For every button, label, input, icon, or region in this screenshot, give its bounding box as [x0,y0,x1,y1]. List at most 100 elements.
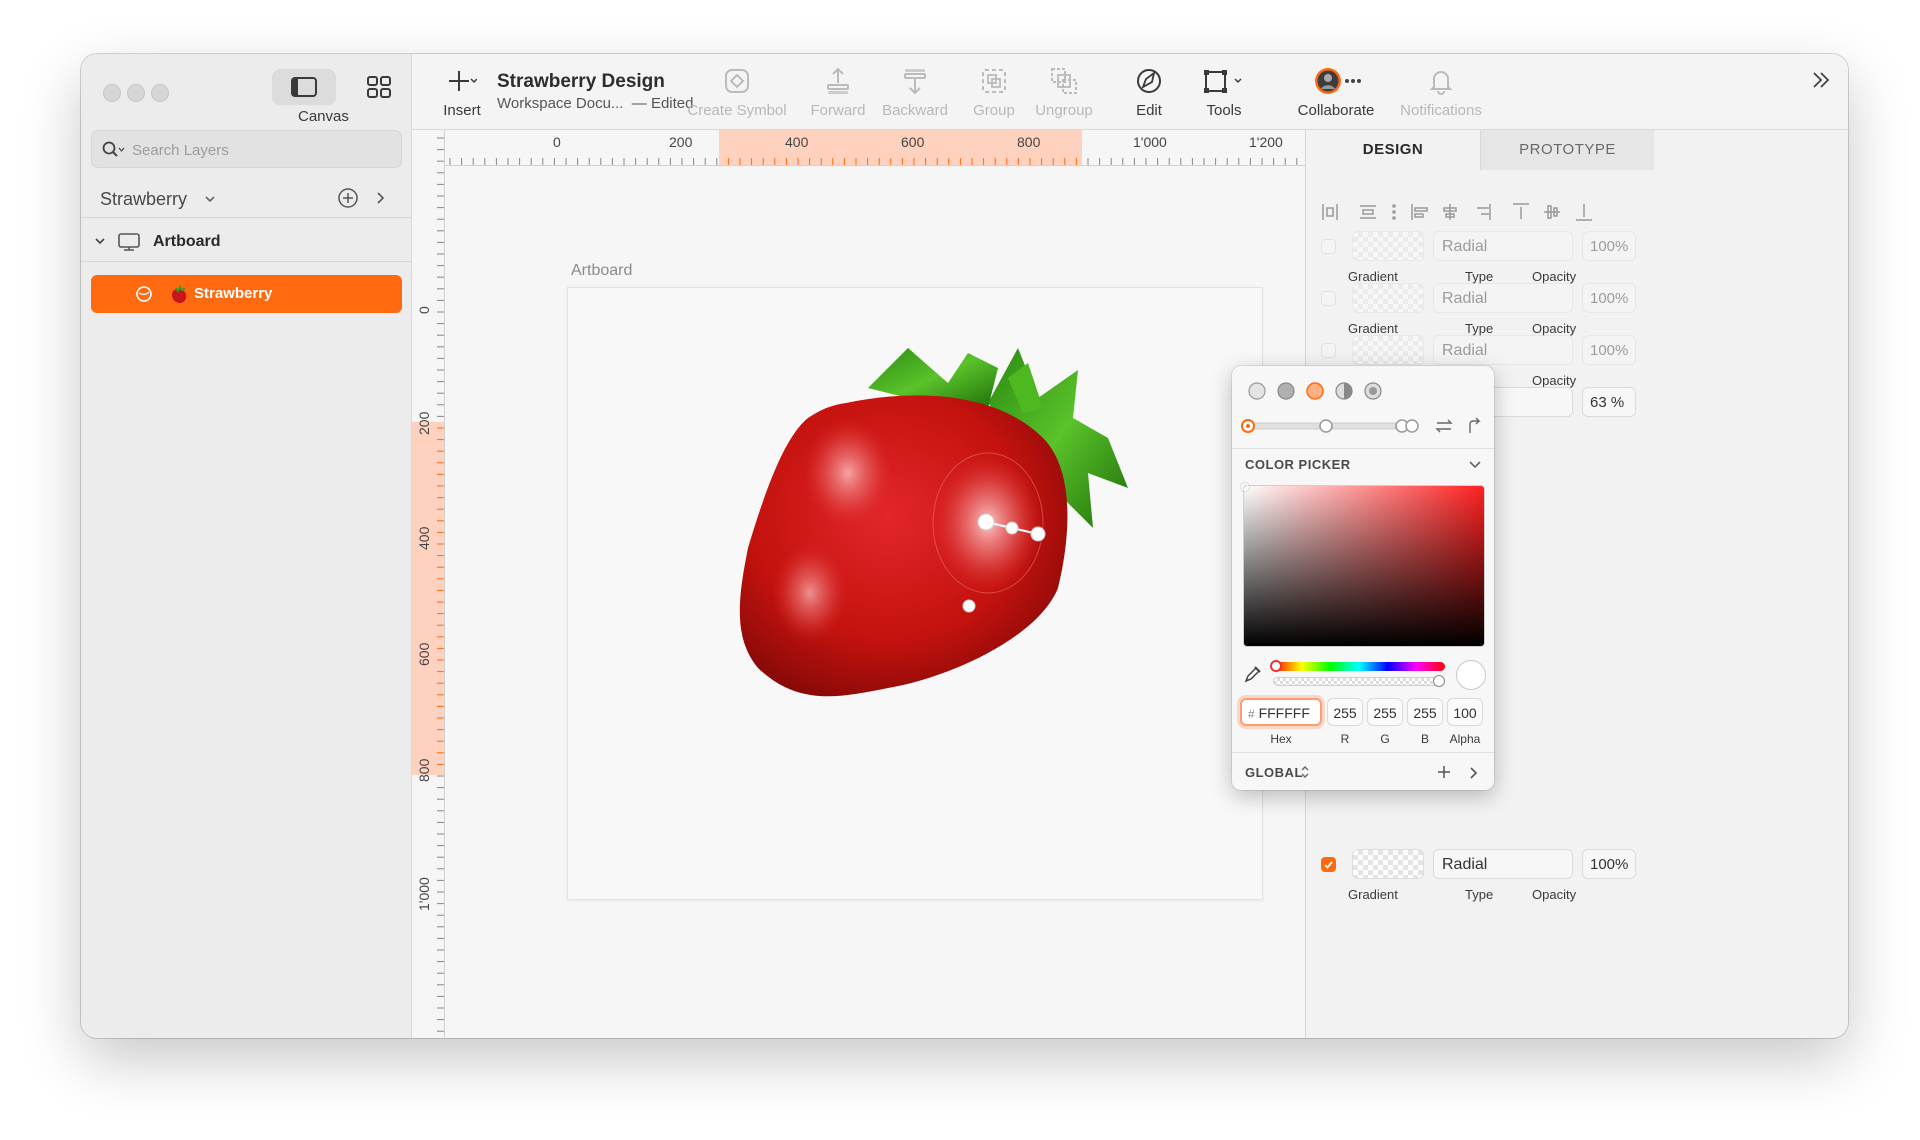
red-input[interactable]: 255 [1327,698,1363,726]
gradient-handle[interactable] [1030,526,1046,542]
page-selector[interactable]: Strawberry [81,178,412,218]
insert-button[interactable]: Insert [432,66,492,126]
ungroup-icon [1051,68,1077,94]
fill-type-value: Radial [1442,856,1488,873]
green-label: G [1380,732,1390,746]
hue-slider[interactable] [1270,660,1445,672]
fill-opacity-field[interactable]: 100% [1582,335,1636,365]
gradient-handle[interactable] [962,599,976,613]
gradient-stops-slider[interactable] [1240,416,1488,436]
global-colors-selector[interactable]: GLOBAL [1245,765,1303,780]
fill-opacity-field[interactable]: 100% [1582,231,1636,261]
green-input[interactable]: 255 [1367,698,1403,726]
fill-enable-checkbox[interactable] [1321,343,1336,358]
canvas-view-button[interactable] [272,69,336,105]
zoom-window-button[interactable] [151,84,169,102]
type-label: Type [1465,887,1494,902]
fill-type-select[interactable]: Radial [1433,283,1573,313]
close-window-button[interactable] [103,84,121,102]
tab-prototype[interactable]: PROTOTYPE [1480,130,1654,170]
add-color-icon[interactable] [1436,764,1452,780]
gradient-handle[interactable] [977,513,995,531]
layer-label: Strawberry [194,285,273,302]
backward-button[interactable]: Backward [880,66,950,126]
group-button[interactable]: Group [967,66,1021,126]
tools-button[interactable]: Tools [1196,66,1252,126]
collaborate-label: Collaborate [1297,102,1375,119]
page-name: Strawberry [100,189,188,209]
fill-opacity-field[interactable]: 63 % [1582,387,1636,417]
layer-artboard[interactable]: Artboard [81,222,412,262]
fill-type-select[interactable]: Radial [1433,231,1573,261]
hue-slider-thumb[interactable] [1270,660,1282,672]
chevron-right-icon[interactable] [376,191,386,205]
saturation-brightness-field[interactable] [1241,483,1485,647]
ruler-mark-1000: 1'000 [1133,134,1167,150]
ruler-ticks [449,158,1298,165]
color-cursor[interactable] [1241,483,1249,491]
fill-opacity-field[interactable]: 100% [1582,283,1636,313]
fill-row: Radial 100% Gradient Type Opacity [1306,282,1848,342]
divider [1232,752,1494,753]
chevron-down-icon[interactable] [1468,460,1482,470]
forward-label: Forward [810,102,866,119]
fill-type-value: Radial [1442,290,1488,307]
search-layers-field[interactable]: Search Layers [91,130,402,168]
ungroup-button[interactable]: Ungroup [1029,66,1099,126]
double-chevron-right-icon[interactable] [1809,70,1833,90]
forward-button[interactable]: Forward [805,66,871,126]
collaborate-button[interactable]: Collaborate [1292,66,1380,126]
grid-view-button[interactable] [347,69,411,105]
gradient-swatch[interactable] [1352,849,1424,879]
tab-design[interactable]: DESIGN [1306,130,1480,170]
fill-enable-checkbox[interactable] [1321,291,1336,306]
document-subtitle: Workspace Docu... — Edited [497,95,694,112]
fill-opacity-field[interactable]: 100% [1582,849,1636,879]
disclosure-chevron-icon[interactable] [94,237,106,247]
fill-type-icons[interactable] [1246,380,1396,404]
alpha-label: Alpha [1449,732,1481,746]
alpha-slider-thumb[interactable] [1433,675,1445,687]
fill-enable-checkbox[interactable] [1321,857,1336,872]
document-status: — Edited [631,95,694,112]
create-symbol-label: Create Symbol [687,102,787,119]
gradient-handle[interactable] [1005,521,1019,535]
canvas[interactable]: Artboard [445,166,1305,1038]
ruler-mark-1200: 1'200 [1249,134,1283,150]
hex-value: FFFFFF [1258,705,1310,721]
eyedropper-icon[interactable] [1243,664,1263,684]
chevron-right-icon[interactable] [1469,766,1479,780]
fill-enable-checkbox[interactable] [1321,239,1336,254]
gradient-highlight [772,543,848,643]
hex-input[interactable]: # FFFFFF [1240,698,1322,726]
alpha-input[interactable]: 100 [1447,698,1483,726]
alignment-icons[interactable] [1320,200,1840,224]
gradient-swatch[interactable] [1352,283,1424,313]
add-page-icon[interactable] [337,187,359,209]
alpha-slider[interactable] [1273,675,1445,687]
fill-type-select[interactable]: Radial [1433,335,1573,365]
artboard-title[interactable]: Artboard [571,262,632,280]
gradient-swatch[interactable] [1352,335,1424,365]
gradient-swatch[interactable] [1352,231,1424,261]
edit-button[interactable]: Edit [1129,66,1169,126]
artboard[interactable] [567,287,1263,900]
updown-chevron-icon[interactable] [1300,764,1310,780]
vertical-ruler: 0 200 400 600 800 1'000 [412,130,445,1038]
fill-row-active: Radial 100% Gradient Type Opacity [1306,848,1848,908]
create-symbol-button[interactable]: Create Symbol [687,66,787,126]
fill-type-select[interactable]: Radial [1433,849,1573,879]
search-icon [102,141,125,157]
ruler-mark-800: 800 [416,758,432,782]
send-backward-icon [904,69,926,95]
minimize-window-button[interactable] [127,84,145,102]
toolbar: Insert Strawberry Design Workspace Docu.… [412,54,1848,130]
blue-input[interactable]: 255 [1407,698,1443,726]
strawberry-illustration[interactable] [568,288,1264,901]
hex-prefix: # [1248,707,1255,721]
current-color-swatch[interactable] [1456,660,1486,690]
canvas-icon [291,77,317,97]
layer-strawberry[interactable]: Strawberry [91,275,402,313]
document-title[interactable]: Strawberry Design [497,71,665,93]
notifications-button[interactable]: Notifications [1393,66,1489,126]
